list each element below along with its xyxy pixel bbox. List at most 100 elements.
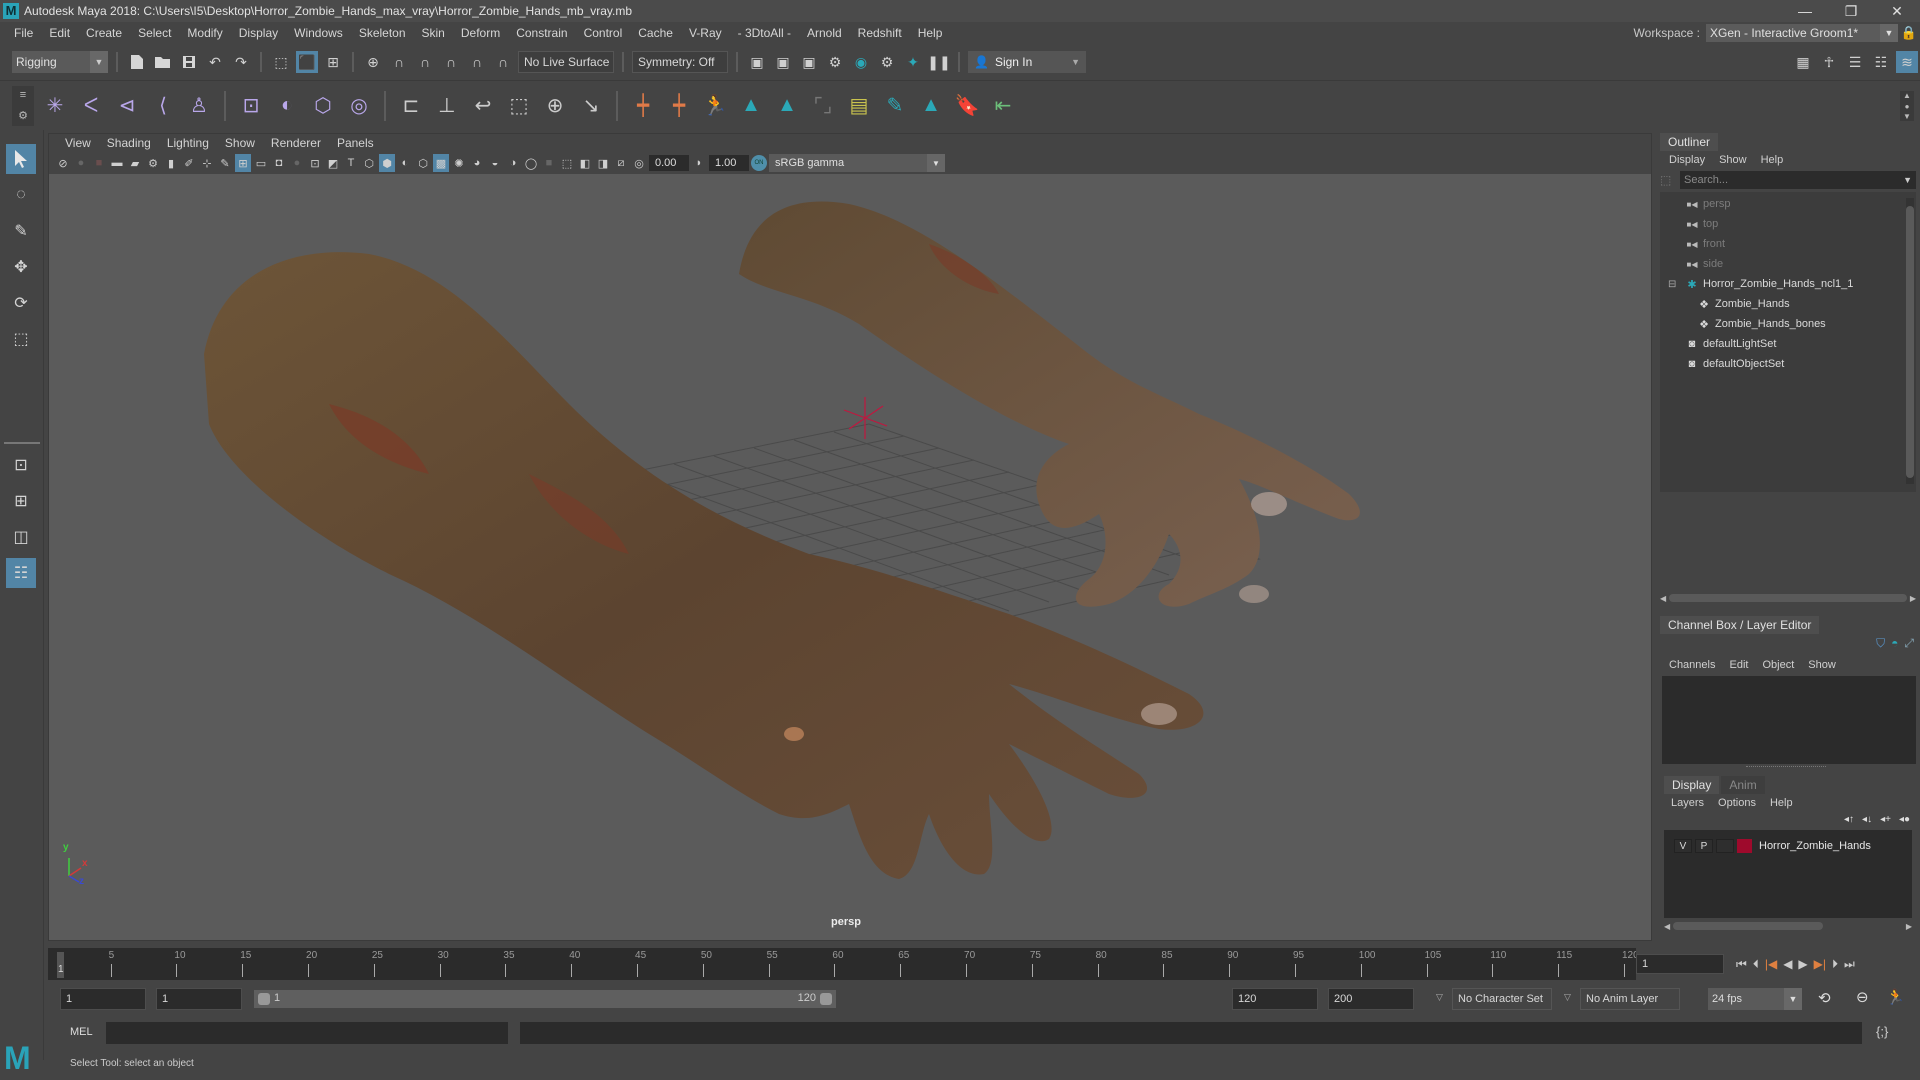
anim-layer-dropdown[interactable]: No Anim Layer — [1580, 988, 1680, 1010]
isolate-select-icon[interactable]: ⬚ — [559, 154, 575, 172]
outliner-tab[interactable]: Outliner — [1660, 133, 1719, 151]
scrollbar-thumb[interactable] — [1673, 922, 1824, 930]
script-editor-icon[interactable]: {;} — [1876, 1024, 1888, 1039]
outliner-item[interactable]: ◙ defaultLightSet — [1660, 334, 1916, 354]
outliner-item[interactable]: ■◀ persp — [1660, 194, 1916, 214]
layer-color-swatch[interactable] — [1737, 839, 1752, 853]
lock-icon[interactable]: 🔒 — [1898, 25, 1920, 41]
loop-icon[interactable]: ⟲ — [1818, 989, 1831, 1007]
command-input[interactable] — [106, 1022, 508, 1044]
splitter-handle[interactable] — [1746, 766, 1826, 767]
menu-skeleton[interactable]: Skeleton — [351, 26, 414, 40]
minimize-button[interactable]: — — [1782, 0, 1828, 22]
shelf-tabs-toggle[interactable]: ≡ ⚙ — [12, 85, 34, 126]
3d-scene[interactable]: y x z persp — [49, 174, 1651, 940]
animation-end-field[interactable]: 200 — [1328, 988, 1414, 1010]
xray-icon[interactable]: ◧ — [577, 154, 593, 172]
select-tool-icon[interactable] — [6, 144, 36, 174]
rotate-tool-icon[interactable]: ⟳ — [6, 288, 36, 318]
menu-3dtoall[interactable]: - 3DtoAll - — [730, 26, 799, 40]
animation-preferences-icon[interactable]: 🏃 — [1886, 988, 1905, 1006]
gamma-field[interactable]: 1.00 — [709, 155, 749, 171]
attribute-editor-icon[interactable]: ☰ — [1844, 51, 1866, 73]
speed-icon[interactable]: ◓ — [1891, 636, 1898, 651]
cluster-icon[interactable]: ◎ — [344, 91, 374, 121]
quick-rig-icon[interactable]: ⟨ — [148, 91, 178, 121]
camera-attributes-icon[interactable]: ● — [73, 154, 89, 172]
pencil-icon[interactable]: ✎ — [217, 154, 233, 172]
screen-space-ao-icon[interactable]: ◒ — [487, 154, 503, 172]
playback-end-field[interactable]: 120 — [1232, 988, 1318, 1010]
arnold-icon[interactable]: ▲ — [736, 91, 766, 121]
menu-constrain[interactable]: Constrain — [508, 26, 575, 40]
channel-menu-channels[interactable]: Channels — [1662, 659, 1722, 671]
step-back-frame-icon[interactable]: |◀ — [1765, 957, 1777, 972]
layer-playback-toggle[interactable]: P — [1695, 839, 1713, 853]
channel-menu-edit[interactable]: Edit — [1722, 659, 1755, 671]
image-plane-icon[interactable]: ▬ — [109, 154, 125, 172]
grid-toggle-icon[interactable]: ⊞ — [235, 154, 251, 172]
new-scene-icon[interactable] — [126, 51, 148, 73]
resolution-gate-icon[interactable]: ◘ — [271, 154, 287, 172]
save-scene-icon[interactable] — [178, 51, 200, 73]
ik-handle-icon[interactable]: ᐸ — [76, 91, 106, 121]
paint-skin-weights-icon[interactable]: ⊡ — [236, 91, 266, 121]
snap-to-point-icon[interactable]: ∩ — [414, 51, 436, 73]
create-joints-icon[interactable]: ✳ — [40, 91, 70, 121]
tool-settings-icon[interactable]: ☷ — [1870, 51, 1892, 73]
menu-redshift[interactable]: Redshift — [850, 26, 910, 40]
layer-menu-options[interactable]: Options — [1711, 797, 1763, 809]
outliner-menu-help[interactable]: Help — [1754, 154, 1791, 166]
viewport-menu-view[interactable]: View — [57, 136, 99, 150]
four-pane-layout-icon[interactable]: ⊞ — [6, 486, 36, 516]
exposure-field[interactable]: 0.00 — [649, 155, 689, 171]
render-setup-icon[interactable]: ⚙ — [876, 51, 898, 73]
orient-constraint-icon[interactable]: ↩ — [468, 91, 498, 121]
channel-menu-object[interactable]: Object — [1755, 659, 1801, 671]
layer-row[interactable]: V P Horror_Zombie_Hands — [1664, 836, 1912, 856]
ik-spline-icon[interactable]: ⊲ — [112, 91, 142, 121]
channel-menu-show[interactable]: Show — [1801, 659, 1843, 671]
lattice-icon[interactable]: ⬡ — [308, 91, 338, 121]
set-key-icon[interactable]: ┿ — [628, 91, 658, 121]
shelf-scrollbar[interactable]: ▲ ● ▼ — [1900, 91, 1914, 121]
outliner-item[interactable]: ■◀ front — [1660, 234, 1916, 254]
current-frame-field[interactable]: 1 — [1636, 954, 1724, 974]
menuset-dropdown[interactable]: Rigging ▼ — [12, 51, 108, 73]
color-management-toggle[interactable]: ON — [751, 155, 767, 171]
channel-box-toggle-icon[interactable]: ≋ — [1896, 51, 1918, 73]
align-icon[interactable]: ⇤ — [988, 91, 1018, 121]
scale-tool-icon[interactable]: ⬚ — [6, 324, 36, 354]
time-slider[interactable]: 5 10 15 20 25 30 35 40 45 50 55 60 65 70 75 80 85 90 95 100… — [48, 948, 1652, 980]
outliner-vertical-scrollbar[interactable] — [1906, 198, 1914, 484]
pause-viewport-icon[interactable]: ❚❚ — [927, 51, 950, 73]
aim-constraint-icon[interactable]: ⊕ — [540, 91, 570, 121]
open-scene-icon[interactable] — [152, 51, 174, 73]
range-start-handle[interactable] — [258, 993, 270, 1005]
field-chart-icon[interactable]: ⊡ — [307, 154, 323, 172]
render-settings-icon[interactable]: ⚙ — [824, 51, 846, 73]
render-current-frame-icon[interactable]: ▣ — [772, 51, 794, 73]
viewport-menu-show[interactable]: Show — [217, 136, 263, 150]
scale-constraint-icon[interactable]: ⬚ — [504, 91, 534, 121]
maximize-button[interactable]: ❐ — [1828, 0, 1874, 22]
paint-select-tool-icon[interactable]: ✎ — [6, 216, 36, 246]
layer-horizontal-scrollbar[interactable]: ◀ ▶ — [1664, 920, 1912, 932]
menu-skin[interactable]: Skin — [414, 26, 453, 40]
menu-vray[interactable]: V-Ray — [681, 26, 730, 40]
menu-modify[interactable]: Modify — [179, 26, 230, 40]
anti-aliasing-icon[interactable]: ◯ — [523, 154, 539, 172]
layer-display-type-toggle[interactable] — [1716, 839, 1734, 853]
scrollbar-thumb[interactable] — [1906, 206, 1914, 478]
outliner-search-input[interactable]: Search... ▼ — [1680, 171, 1916, 189]
menu-cache[interactable]: Cache — [630, 26, 681, 40]
outliner-item[interactable]: ■◀ top — [1660, 214, 1916, 234]
camera-settings-icon[interactable]: ⚙ — [145, 154, 161, 172]
pole-vector-constraint-icon[interactable]: ↘ — [576, 91, 606, 121]
use-default-material-icon[interactable]: ◐ — [397, 154, 413, 172]
paint-select-icon[interactable]: ✎ — [880, 91, 910, 121]
new-empty-layer-icon[interactable]: ◂+ — [1880, 814, 1891, 825]
humanik-icon[interactable]: ♙ — [184, 91, 214, 121]
close-button[interactable]: ✕ — [1874, 0, 1920, 22]
bookmarks-icon[interactable]: ■ — [91, 154, 107, 172]
